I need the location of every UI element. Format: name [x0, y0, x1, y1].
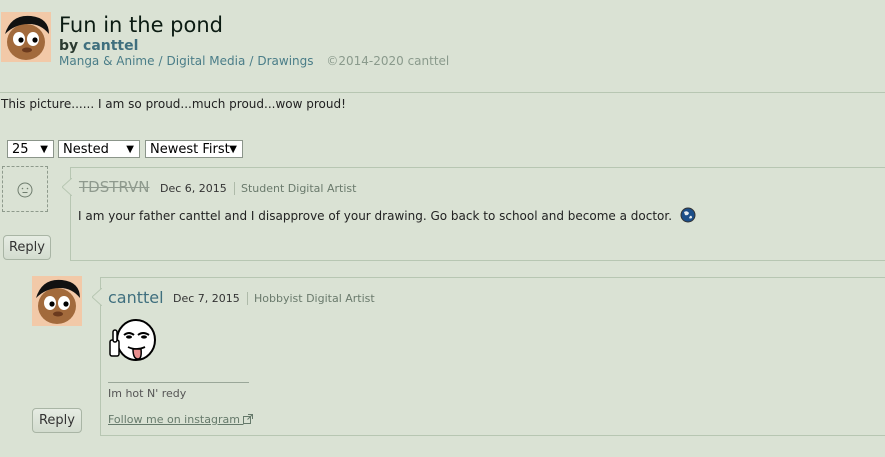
category-link[interactable]: Manga & Anime — [59, 54, 155, 68]
per-page-select[interactable]: 25 ▼ — [7, 140, 54, 158]
divider — [0, 92, 885, 93]
breadcrumb-separator: / — [158, 54, 163, 68]
artwork-description: This picture...... I am so proud...much … — [1, 97, 346, 111]
instagram-link[interactable]: Follow me on instagram — [108, 413, 254, 426]
user-type: Hobbyist Digital Artist — [247, 292, 375, 305]
instagram-link-text: Follow me on instagram — [108, 413, 240, 426]
commenter-avatar[interactable] — [32, 276, 82, 326]
category-breadcrumb: Manga & Anime / Digital Media / Drawings ©20… — [59, 54, 449, 68]
sort-order-select[interactable]: Newest First ▼ — [145, 140, 243, 158]
artwork-byline: by canttel — [59, 38, 138, 55]
comment-username[interactable]: canttel — [108, 288, 164, 307]
chevron-down-icon: ▼ — [40, 144, 48, 155]
per-page-value: 25 — [12, 142, 29, 157]
signature-divider — [108, 382, 249, 383]
category-link[interactable]: Digital Media — [167, 54, 246, 68]
deleted-avatar-placeholder — [2, 166, 48, 212]
comment-username: TDSTRVN — [79, 178, 150, 196]
speech-pointer — [62, 178, 72, 196]
artist-avatar[interactable] — [1, 12, 51, 62]
globe-icon — [680, 207, 696, 223]
comment-date[interactable]: Dec 6, 2015 — [160, 182, 227, 195]
smiley-icon — [17, 182, 33, 198]
user-type: Student Digital Artist — [234, 182, 356, 195]
signature-text: Im hot N' redy — [108, 387, 187, 400]
view-mode-value: Nested — [63, 142, 109, 157]
artwork-title: Fun in the pond — [59, 13, 224, 37]
comment-date[interactable]: Dec 7, 2015 — [173, 292, 240, 305]
category-link[interactable]: Drawings — [257, 54, 313, 68]
chevron-down-icon: ▼ — [229, 144, 237, 155]
by-prefix: by — [59, 38, 79, 54]
external-link-icon — [243, 414, 254, 424]
sort-order-value: Newest First — [150, 142, 230, 157]
author-link[interactable]: canttel — [83, 38, 138, 54]
breadcrumb-separator: / — [249, 54, 254, 68]
speech-pointer — [92, 288, 102, 306]
reply-button[interactable]: Reply — [32, 408, 82, 433]
troll-face-icon — [109, 319, 156, 361]
comment-text: I am your father canttel and I disapprov… — [78, 209, 673, 223]
view-mode-select[interactable]: Nested ▼ — [58, 140, 140, 158]
copyright-text: ©2014-2020 canttel — [326, 54, 450, 68]
chevron-down-icon: ▼ — [126, 144, 134, 155]
reply-button[interactable]: Reply — [3, 235, 51, 260]
